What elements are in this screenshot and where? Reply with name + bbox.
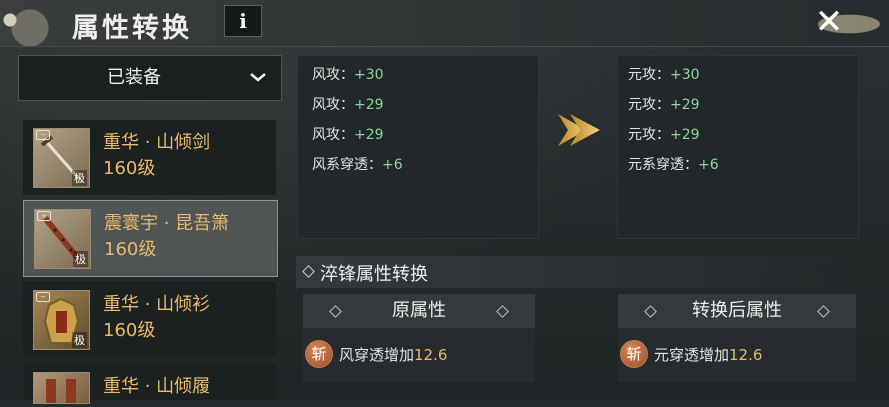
converted-stats-panel: 元攻：+30 元攻：+29 元攻：+29 元系穿透：+6 [617,55,859,239]
stat-line: 风攻：+30 [312,64,384,84]
close-button[interactable]: ✕ [807,2,851,42]
stat-line: 元系穿透：+6 [628,154,719,174]
stat-value: +29 [354,127,384,143]
cloud-ornament-icon [0,0,60,46]
corner-tag-icon: ~ [36,130,50,140]
stat-value: +6 [382,157,403,173]
converted-attribute-body: 斩 元穿透增加12.6 [618,328,856,382]
attribute-text: 元穿透增加12.6 [654,344,762,365]
dropdown-selected-value: 已装备 [107,67,161,88]
rank-badge: 极 [72,332,87,348]
equipment-thumbnail: + 极 [34,209,91,269]
stat-line: 元攻：+29 [628,124,700,144]
slash-badge-icon: 斩 [620,340,648,368]
stat-label: 风攻： [312,127,354,143]
original-attribute-body: 斩 风穿透增加12.6 [303,328,535,382]
list-item-equipment[interactable]: ~ 极 重华 · 山倾剑 160级 [23,120,276,195]
original-stats-panel: 风攻：+30 风攻：+29 风攻：+29 风系穿透：+6 [297,55,539,239]
stat-value: +6 [698,157,719,173]
diamond-icon [302,265,315,278]
equipment-name: 重华 · 山倾履 [103,376,211,397]
title-bar: 属性转换 i ✕ [0,0,889,47]
list-item-equipment[interactable]: 重华 · 山倾履 [23,364,276,404]
rank-badge: 极 [72,170,87,186]
equipment-thumbnail [33,372,90,404]
arrow-right-icon [558,114,600,146]
stat-value: +30 [670,67,700,83]
equipment-list: ~ 极 重华 · 山倾剑 160级 + 极 震寰宇 · 昆吾箫 160级 ~ 极… [18,112,280,404]
stat-line: 风攻：+29 [312,94,384,114]
stat-value: +29 [670,97,700,113]
corner-tag-icon: ~ [36,292,50,302]
original-attribute-header: 原属性 [303,294,535,328]
stat-line: 风攻：+29 [312,124,384,144]
stat-label: 风攻： [312,67,354,83]
info-button[interactable]: i [224,5,262,37]
stat-line: 元攻：+29 [628,94,700,114]
stat-line: 元攻：+30 [628,64,700,84]
attribute-text: 风穿透增加12.6 [339,344,447,365]
equipment-level: 160级 [103,320,156,341]
stat-value: +29 [354,97,384,113]
rank-badge: 极 [73,251,88,267]
equipment-thumbnail: ~ 极 [33,128,90,188]
converted-attribute-header: 转换后属性 [618,294,856,328]
equipment-name: 重华 · 山倾剑 [103,132,211,153]
equipment-level: 160级 [103,158,156,179]
stat-line: 风系穿透：+6 [312,154,403,174]
stat-label: 元攻： [628,67,670,83]
stat-value: +30 [354,67,384,83]
attribute-value: 12.6 [414,346,448,364]
stat-label: 元系穿透： [628,157,698,173]
equipment-name: 震寰宇 · 昆吾箫 [104,213,230,234]
equipment-filter-dropdown[interactable]: 已装备 [18,55,282,101]
equipment-level: 160级 [104,239,157,260]
chevron-down-icon [250,73,266,82]
boots-icon [46,379,76,403]
stat-label: 风攻： [312,97,354,113]
equipment-thumbnail: ~ 极 [33,290,90,350]
slash-badge-icon: 斩 [305,340,333,368]
attribute-value: 12.6 [729,346,763,364]
cross-tag-icon: + [37,211,51,221]
stat-label: 元攻： [628,127,670,143]
list-item-equipment[interactable]: ~ 极 重华 · 山倾衫 160级 [23,282,276,357]
page-title: 属性转换 [72,13,192,44]
quench-section-header: 淬锋属性转换 [296,256,856,288]
section-title: 淬锋属性转换 [320,264,428,285]
attribute-label: 元穿透增加 [654,346,730,364]
equipment-name: 重华 · 山倾衫 [103,294,211,315]
stat-value: +29 [670,127,700,143]
stat-label: 风系穿透： [312,157,382,173]
stat-label: 元攻： [628,97,670,113]
list-item-equipment-selected[interactable]: + 极 震寰宇 · 昆吾箫 160级 [23,200,278,277]
attribute-label: 风穿透增加 [339,346,415,364]
